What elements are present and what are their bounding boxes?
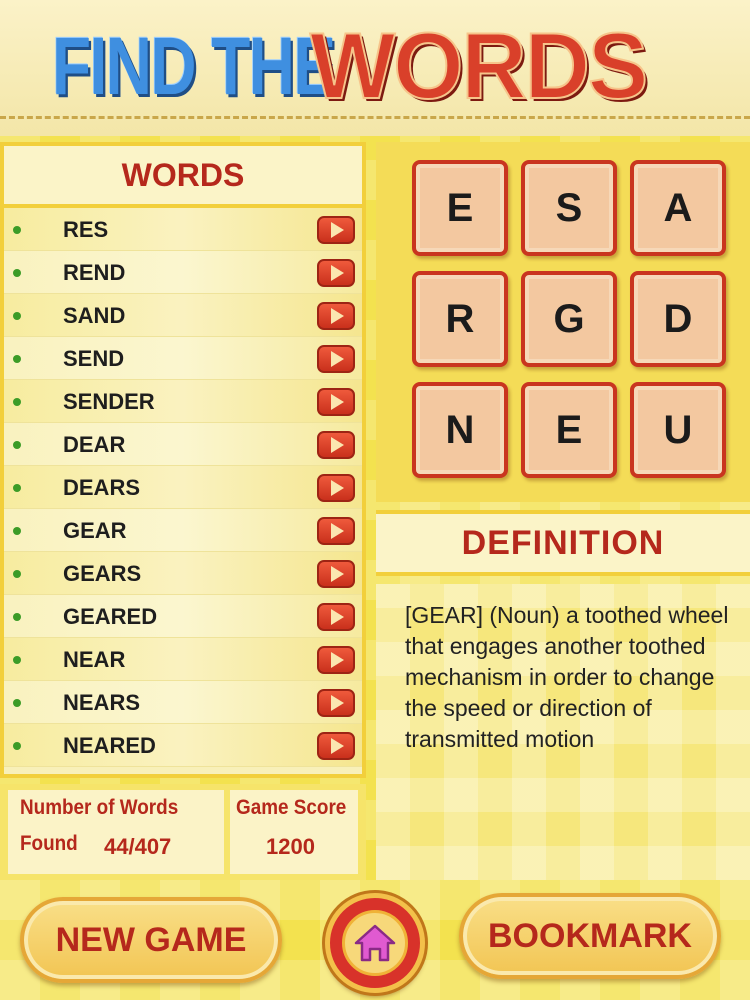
word-label: SAND xyxy=(63,303,126,328)
word-list-item: SENDER xyxy=(4,380,362,423)
game-score-box: Game Score 1200 xyxy=(230,790,358,874)
play-definition-button[interactable] xyxy=(317,216,355,244)
play-icon xyxy=(331,394,344,410)
bullet-dot-icon xyxy=(13,312,21,320)
game-score-value: 1200 xyxy=(266,834,315,859)
word-list-item: SEND xyxy=(4,337,362,380)
play-icon xyxy=(331,523,344,539)
words-panel: WORDS RES REND SAND SEND SENDER DEAR DEARS GEAR… xyxy=(0,142,366,778)
word-label: NEAR xyxy=(63,647,126,672)
word-list-item: NEAR xyxy=(4,638,362,681)
letter-tile[interactable]: N xyxy=(412,382,508,478)
play-icon xyxy=(331,437,344,453)
word-label: REND xyxy=(63,260,126,285)
bullet-dot-icon xyxy=(13,570,21,578)
word-label: SENDER xyxy=(63,389,155,414)
word-list-item: GEARS xyxy=(4,552,362,595)
words-found-box: Number of Words Found 44/407 xyxy=(8,790,224,874)
header: FIND THE WORDS xyxy=(0,0,750,136)
title-find-the: FIND THE xyxy=(52,21,336,112)
bullet-dot-icon xyxy=(13,527,21,535)
letter-tile[interactable]: E xyxy=(521,382,617,478)
play-definition-button[interactable] xyxy=(317,259,355,287)
word-label: GEAR xyxy=(63,518,127,543)
word-list-item: NEARS xyxy=(4,681,362,724)
letter-tile[interactable]: R xyxy=(412,271,508,367)
word-label: NEARS xyxy=(63,690,141,715)
bullet-dot-icon xyxy=(13,742,21,750)
play-icon xyxy=(331,222,344,238)
title-words: WORDS xyxy=(309,13,649,118)
play-icon xyxy=(331,695,344,711)
bullet-dot-icon xyxy=(13,441,21,449)
new-game-button[interactable]: NEW GAME xyxy=(20,897,282,983)
letter-tile[interactable]: A xyxy=(630,160,726,256)
words-found-value: 44/407 xyxy=(104,834,172,859)
word-list-item: SAND xyxy=(4,294,362,337)
play-icon xyxy=(331,308,344,324)
play-definition-button[interactable] xyxy=(317,646,355,674)
home-button[interactable] xyxy=(325,893,425,993)
word-list: RES REND SAND SEND SENDER DEAR DEARS GEAR GEARS G… xyxy=(4,208,362,767)
word-list-item: GEARED xyxy=(4,595,362,638)
play-icon xyxy=(331,609,344,625)
bullet-dot-icon xyxy=(13,656,21,664)
word-label: RES xyxy=(63,217,109,242)
play-definition-button[interactable] xyxy=(317,689,355,717)
play-definition-button[interactable] xyxy=(317,474,355,502)
play-definition-button[interactable] xyxy=(317,732,355,760)
stitch-divider xyxy=(0,116,750,119)
word-label: GEARED xyxy=(63,604,158,629)
words-found-label: Number of Words xyxy=(20,796,179,819)
bullet-dot-icon xyxy=(13,398,21,406)
word-list-item: GEAR xyxy=(4,509,362,552)
letter-grid: E S A R G D N E U xyxy=(376,142,750,502)
home-icon xyxy=(342,910,408,976)
letter-tile[interactable]: G xyxy=(521,271,617,367)
bullet-dot-icon xyxy=(13,355,21,363)
bookmark-button[interactable]: BOOKMARK xyxy=(459,893,721,979)
word-list-item: DEAR xyxy=(4,423,362,466)
word-label: DEARS xyxy=(63,475,141,500)
bullet-dot-icon xyxy=(13,613,21,621)
play-definition-button[interactable] xyxy=(317,388,355,416)
stats-panel: Number of Words Found 44/407 Game Score … xyxy=(0,784,366,880)
words-heading: WORDS xyxy=(4,146,362,208)
play-icon xyxy=(331,351,344,367)
word-label: SEND xyxy=(63,346,125,371)
letter-tile[interactable]: E xyxy=(412,160,508,256)
word-label: GEARS xyxy=(63,561,142,586)
bullet-dot-icon xyxy=(13,699,21,707)
game-score-label: Game Score xyxy=(236,796,347,819)
bullet-dot-icon xyxy=(13,226,21,234)
play-icon xyxy=(331,566,344,582)
play-definition-button[interactable] xyxy=(317,517,355,545)
play-definition-button[interactable] xyxy=(317,302,355,330)
definition-heading: DEFINITION xyxy=(376,510,750,576)
play-definition-button[interactable] xyxy=(317,345,355,373)
letter-tile[interactable]: D xyxy=(630,271,726,367)
word-list-item: DEARS xyxy=(4,466,362,509)
play-definition-button[interactable] xyxy=(317,603,355,631)
letter-tile[interactable]: U xyxy=(630,382,726,478)
letter-tile[interactable]: S xyxy=(521,160,617,256)
bullet-dot-icon xyxy=(13,269,21,277)
word-list-item: RES xyxy=(4,208,362,251)
word-label: DEAR xyxy=(63,432,126,457)
bullet-dot-icon xyxy=(13,484,21,492)
definition-text: [GEAR] (Noun) a toothed wheel that engag… xyxy=(405,602,729,752)
word-label: NEARED xyxy=(63,733,156,758)
word-list-item: REND xyxy=(4,251,362,294)
play-icon xyxy=(331,738,344,754)
word-list-item: NEARED xyxy=(4,724,362,767)
play-definition-button[interactable] xyxy=(317,560,355,588)
play-icon xyxy=(331,480,344,496)
play-icon xyxy=(331,265,344,281)
play-definition-button[interactable] xyxy=(317,431,355,459)
play-icon xyxy=(331,652,344,668)
definition-panel: [GEAR] (Noun) a toothed wheel that engag… xyxy=(376,584,750,880)
words-found-label-2: Found xyxy=(20,832,78,855)
